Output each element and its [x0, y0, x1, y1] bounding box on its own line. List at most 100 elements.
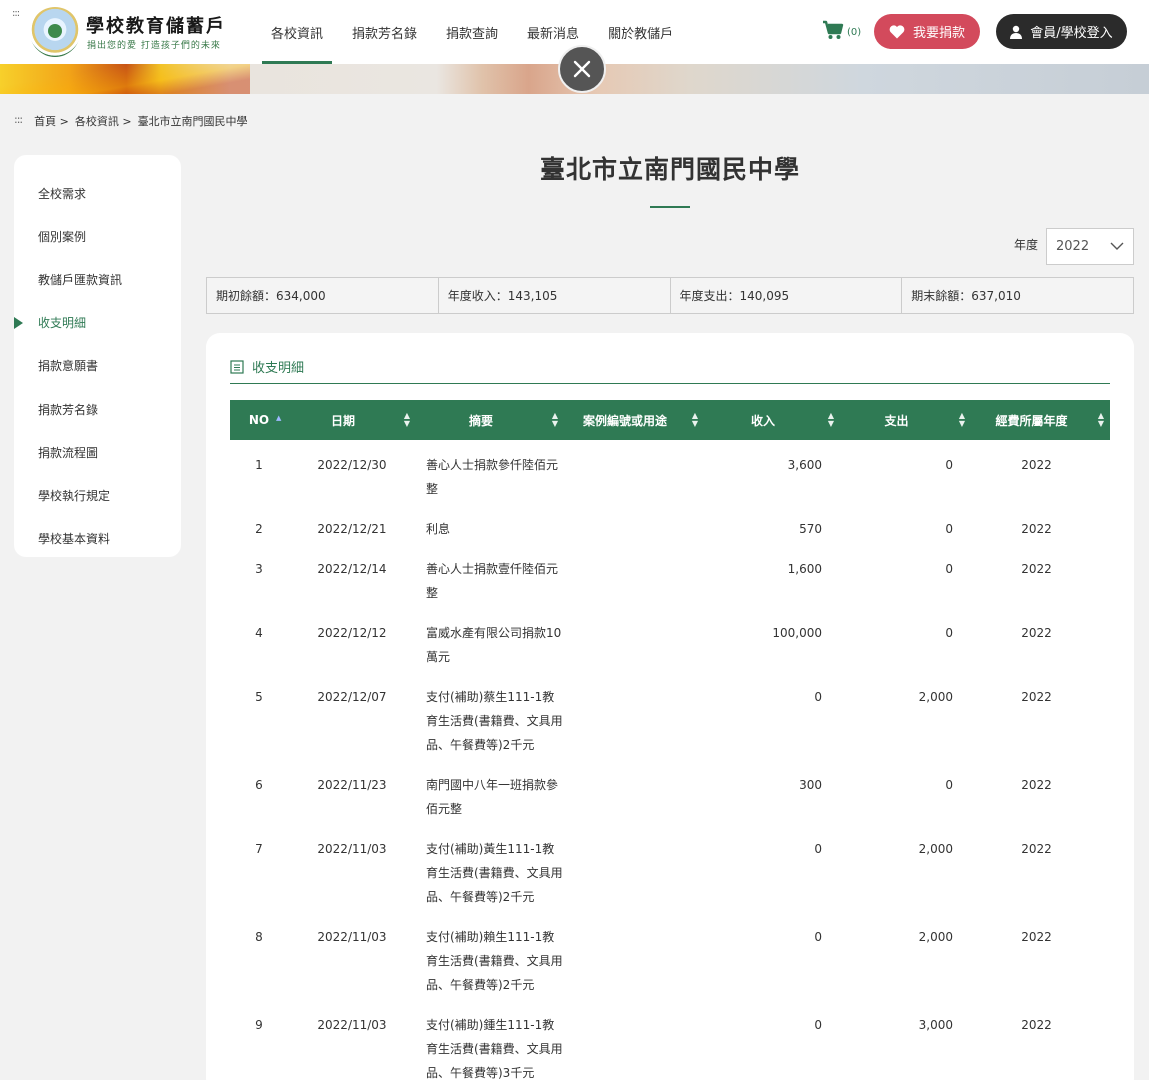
sidebar-item-needs[interactable]: 全校需求 [14, 172, 181, 215]
cell-no: 9 [255, 1018, 263, 1032]
sort-asc-icon: ▲ [276, 414, 282, 422]
cell-income: 0 [814, 930, 822, 944]
brand-title[interactable]: 學校教育儲蓄戶 [86, 12, 226, 38]
sort-icon: ▲ ▼ [1097, 411, 1104, 428]
login-label: 會員/學校登入 [1030, 26, 1113, 41]
cell-date: 2022/12/12 [317, 626, 387, 640]
cell-date: 2022/11/03 [317, 842, 387, 856]
annual-income: 年度收入：143,105 [439, 278, 671, 313]
cell-income: 0 [814, 690, 822, 704]
cell-no: 1 [255, 458, 263, 472]
year-select[interactable]: 2022 [1046, 228, 1134, 265]
table-row: 7 2022/11/03 支付(補助)黃生111-1教育生活費(書籍費、文具用品… [230, 824, 1110, 912]
cell-case [564, 824, 704, 912]
table-row: 5 2022/12/07 支付(補助)蔡生111-1教育生活費(書籍費、文具用品… [230, 672, 1110, 760]
page-title: 臺北市立南門國民中學 [539, 155, 800, 184]
login-button[interactable]: 會員/學校登入 [996, 14, 1127, 49]
closing-balance: 期末餘額：637,010 [911, 289, 1021, 303]
sort-icon: ▲ ▼ [827, 411, 834, 428]
breadcrumb-school-info[interactable]: 各校資訊 > [75, 113, 132, 129]
table-row: 8 2022/11/03 支付(補助)賴生111-1教育生活費(書籍費、文具用品… [230, 912, 1110, 1000]
breadcrumb-current: 臺北市立南門國民中學 [137, 115, 248, 128]
table-header-row: NO ▲ 日期 ▲ ▼ 摘要 ▲ ▼ 案例編號或用途 ▲ ▼ 收入 ▲ ▼ 支出 ▲ ▼ 經費所屬年度… [230, 400, 1110, 440]
sidebar-item-donors[interactable]: 捐款芳名錄 [14, 387, 181, 430]
col-year-label: 經費所屬年度 [995, 413, 1068, 428]
sidebar: 全校需求 個別案例 教儲戶匯款資訊 收支明細 捐款意願書 捐款芳名錄 捐款流程圖… [14, 155, 181, 557]
ministry-logo[interactable] [30, 7, 80, 57]
cart-count: (0) [847, 26, 862, 38]
col-income[interactable]: 收入 ▲ ▼ [704, 400, 840, 440]
sidebar-item-label: 捐款流程圖 [38, 445, 99, 460]
cell-desc: 支付(補助)蔡生111-1教育生活費(書籍費、文具用品、午餐費等)2千元 [426, 690, 563, 752]
year-select-value: 2022 [1056, 239, 1090, 254]
cell-case [564, 504, 704, 544]
cell-no: 7 [255, 842, 263, 856]
brand-slogan: 捐出您的愛 打造孩子們的未來 [87, 41, 221, 51]
cell-no: 4 [255, 626, 263, 640]
table-row: 6 2022/11/23 南門國中八年一班捐款參佰元整 300 0 2022 [230, 760, 1110, 824]
sidebar-item-remittance[interactable]: 教儲戶匯款資訊 [14, 258, 181, 301]
sidebar-item-rules[interactable]: 學校執行規定 [14, 474, 181, 517]
annual-expense: 年度支出：140,095 [671, 278, 903, 313]
col-date-label: 日期 [330, 413, 355, 428]
col-no[interactable]: NO ▲ [230, 400, 288, 440]
sidebar-item-basic[interactable]: 學校基本資料 [14, 517, 181, 560]
panel-title: 收支明細 [252, 361, 305, 376]
table-row: 3 2022/12/14 善心人士捐款壹仟陸佰元整 1,600 0 2022 [230, 544, 1110, 608]
cell-expense: 3,000 [918, 1018, 953, 1032]
breadcrumb-home[interactable]: 首頁 > [34, 113, 69, 129]
sidebar-item-cases[interactable]: 個別案例 [14, 215, 181, 258]
cell-case [564, 608, 704, 672]
skip-link[interactable]: ::: [12, 8, 20, 19]
cell-income: 570 [799, 522, 822, 536]
nav-about[interactable]: 關於教儲戶 [599, 0, 682, 64]
nav-school-info[interactable]: 各校資訊 [262, 0, 333, 64]
cell-no: 5 [255, 690, 263, 704]
sidebar-item-statement[interactable]: 收支明細 [14, 301, 181, 344]
cell-expense: 0 [945, 458, 953, 472]
donate-button[interactable]: 我要捐款 [874, 14, 980, 49]
cell-year: 2022 [1021, 930, 1052, 944]
col-year[interactable]: 經費所屬年度 ▲ ▼ [971, 400, 1110, 440]
nav-donation-query[interactable]: 捐款查詢 [437, 0, 507, 64]
cell-desc: 支付(補助)賴生111-1教育生活費(書籍費、文具用品、午餐費等)2千元 [426, 930, 563, 992]
panel-heading: 收支明細 [230, 357, 304, 376]
cell-income: 300 [799, 778, 822, 792]
cell-date: 2022/11/03 [317, 1018, 387, 1032]
cell-income: 0 [814, 842, 822, 856]
col-case[interactable]: 案例編號或用途 ▲ ▼ [564, 400, 704, 440]
cell-date: 2022/11/03 [317, 930, 387, 944]
col-desc[interactable]: 摘要 ▲ ▼ [416, 400, 564, 440]
sort-icon: ▲ ▼ [403, 411, 410, 428]
table-row: 9 2022/11/03 支付(補助)鍾生111-1教育生活費(書籍費、文具用品… [230, 1000, 1110, 1080]
col-expense[interactable]: 支出 ▲ ▼ [840, 400, 971, 440]
breadcrumb: ::: 首頁 > 各校資訊 > 臺北市立南門國民中學 [14, 113, 248, 129]
cell-year: 2022 [1021, 778, 1052, 792]
cell-no: 8 [255, 930, 263, 944]
logo-seal [48, 24, 62, 38]
user-icon [1010, 25, 1023, 39]
statement-table: NO ▲ 日期 ▲ ▼ 摘要 ▲ ▼ 案例編號或用途 ▲ ▼ 收入 ▲ ▼ 支出 ▲ ▼ 經費所屬年度… [230, 400, 1110, 1080]
cell-year: 2022 [1021, 1018, 1052, 1032]
sidebar-item-label: 捐款意願書 [38, 359, 99, 374]
cell-case [564, 544, 704, 608]
col-date[interactable]: 日期 ▲ ▼ [288, 400, 416, 440]
breadcrumb-anchor[interactable]: ::: [14, 113, 23, 129]
nav-donor-list[interactable]: 捐款芳名錄 [343, 0, 426, 64]
sidebar-item-intent[interactable]: 捐款意願書 [14, 344, 181, 387]
close-banner-button[interactable] [558, 45, 606, 93]
sidebar-item-flow[interactable]: 捐款流程圖 [14, 431, 181, 474]
cell-expense: 0 [945, 778, 953, 792]
cart-button[interactable]: (0) [822, 20, 861, 40]
col-case-label: 案例編號或用途 [582, 413, 667, 428]
year-label: 年度 [1014, 238, 1039, 252]
table-row: 2 2022/12/21 利息 570 0 2022 [230, 504, 1110, 544]
sidebar-item-label: 收支明細 [38, 316, 87, 331]
sidebar-item-label: 學校基本資料 [38, 531, 111, 546]
cell-year: 2022 [1021, 690, 1052, 704]
cell-expense: 0 [945, 626, 953, 640]
sort-icon: ▲ ▼ [958, 411, 965, 428]
col-expense-label: 支出 [884, 413, 909, 428]
cell-date: 2022/12/07 [317, 690, 387, 704]
banner-decoration [0, 64, 250, 94]
